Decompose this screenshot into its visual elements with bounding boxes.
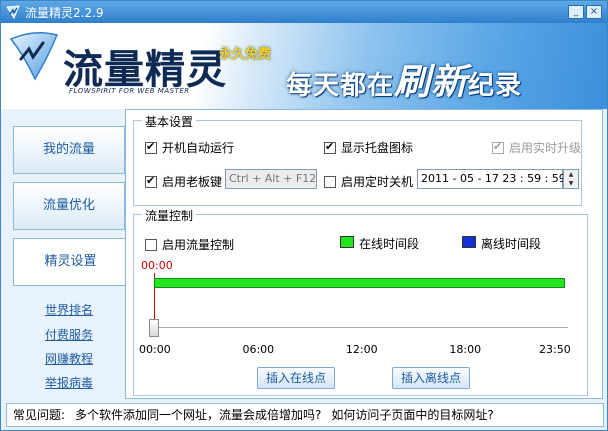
insert-online-button[interactable]: 插入在线点: [257, 367, 335, 389]
sidebar: 我的流量 流量优化 精灵设置 世界排名 付费服务 网赚教程 举报病毒: [1, 109, 127, 399]
checkbox-box: [145, 140, 157, 154]
timeline-track: [154, 327, 568, 329]
flow-control-label: 启用流量控制: [162, 238, 235, 252]
flow-control-checkbox[interactable]: 启用流量控制: [145, 236, 234, 253]
time-tick-label: 23:50: [539, 343, 571, 356]
faq-label: 常见问题:: [13, 408, 66, 422]
flow-control-legend: 流量控制: [142, 207, 197, 224]
tab-traffic-optimize[interactable]: 流量优化: [13, 182, 125, 230]
slogan: 每天都在刷新纪录: [286, 53, 522, 105]
spirit-logo-icon: [9, 32, 59, 81]
boss-key-checkbox[interactable]: 启用老板键: [145, 173, 222, 190]
flow-control-group: 流量控制 启用流量控制 在线时间段 离线时间段 00:00 00:00 06:0…: [133, 207, 588, 396]
checkbox-box: [324, 175, 336, 188]
time-tick-label: 00:00: [139, 343, 171, 356]
timeline-slider-handle[interactable]: [149, 319, 159, 337]
slogan-part-1: 每天都在: [286, 71, 395, 101]
faq-bar: 常见问题: 多个软件添加同一个网址，流量会成倍增加吗? 如何访问子页面中的目标网址?: [6, 403, 604, 427]
link-report-virus[interactable]: 举报病毒: [45, 374, 93, 391]
link-earning-tutorial[interactable]: 网赚教程: [45, 350, 93, 367]
timed-shutdown-checkbox[interactable]: 启用定时关机: [324, 173, 413, 190]
online-legend-label: 在线时间段: [359, 237, 420, 251]
checkbox-box: [145, 174, 157, 188]
settings-panel: 基本设置 开机自动运行 显示托盘图标 启用实时升级 启用老板键 Ctrl + A…: [125, 109, 603, 399]
window-title: 流量精灵2.2.9: [25, 6, 104, 20]
tab-spirit-settings[interactable]: 精灵设置: [13, 238, 127, 286]
timed-shutdown-label: 启用定时关机: [341, 175, 414, 189]
spin-down-icon[interactable]: ▼: [564, 179, 578, 188]
link-paid-service[interactable]: 付费服务: [45, 326, 93, 343]
header-banner: 流量精灵 FLOWSPIRIT FOR WEB MASTER 永久免费 每天都在…: [1, 23, 607, 109]
online-segment[interactable]: [154, 278, 565, 288]
free-tag: 永久免费: [219, 47, 272, 62]
cursor-time: 00:00: [141, 259, 173, 272]
slogan-part-3: 纪录: [468, 71, 523, 101]
time-tick-label: 06:00: [242, 343, 275, 356]
datetime-spinner[interactable]: ▲ ▼: [563, 169, 579, 189]
brand-subtitle: FLOWSPIRIT FOR WEB MASTER: [69, 87, 190, 95]
spin-up-icon[interactable]: ▲: [564, 170, 578, 179]
online-swatch-icon: [340, 236, 354, 248]
boss-key-label: 启用老板键: [162, 175, 223, 189]
minimize-button[interactable]: _: [568, 5, 584, 19]
live-upgrade-checkbox: 启用实时升级: [492, 139, 581, 156]
offline-swatch-icon: [462, 236, 476, 248]
insert-offline-button[interactable]: 插入离线点: [392, 367, 470, 389]
checkbox-box: [145, 238, 157, 251]
app-logo-icon: [6, 5, 20, 20]
checkbox-box: [492, 140, 504, 154]
time-tick-label: 18:00: [449, 343, 482, 356]
time-tick-label: 12:00: [345, 343, 378, 356]
shutdown-datetime-field[interactable]: 2011 - 05 - 17 23 : 59 : 59: [417, 169, 566, 189]
tray-icon-label: 显示托盘图标: [341, 141, 414, 155]
tray-icon-checkbox[interactable]: 显示托盘图标: [324, 139, 413, 156]
tab-my-traffic[interactable]: 我的流量: [13, 126, 125, 174]
basic-settings-group: 基本设置 开机自动运行 显示托盘图标 启用实时升级 启用老板键 Ctrl + A…: [133, 113, 582, 206]
autostart-label: 开机自动运行: [162, 141, 235, 155]
title-bar[interactable]: 流量精灵2.2.9 _ ×: [1, 1, 607, 23]
app-window: 流量精灵2.2.9 _ × 流量精灵 FLOWSPIRIT FOR WEB MA…: [0, 0, 608, 431]
faq-question-2[interactable]: 如何访问子页面中的目标网址?: [331, 408, 493, 422]
checkbox-box: [324, 140, 336, 154]
link-world-rank[interactable]: 世界排名: [45, 301, 93, 318]
offline-legend-label: 离线时间段: [481, 237, 542, 251]
slogan-part-2: 刷新: [394, 62, 469, 103]
boss-key-field[interactable]: Ctrl + Alt + F12: [225, 169, 317, 189]
close-button[interactable]: ×: [586, 5, 602, 19]
basic-settings-legend: 基本设置: [142, 113, 197, 130]
faq-question-1[interactable]: 多个软件添加同一个网址，流量会成倍增加吗?: [75, 408, 321, 422]
live-upgrade-label: 启用实时升级: [509, 141, 582, 155]
autostart-checkbox[interactable]: 开机自动运行: [145, 139, 234, 156]
